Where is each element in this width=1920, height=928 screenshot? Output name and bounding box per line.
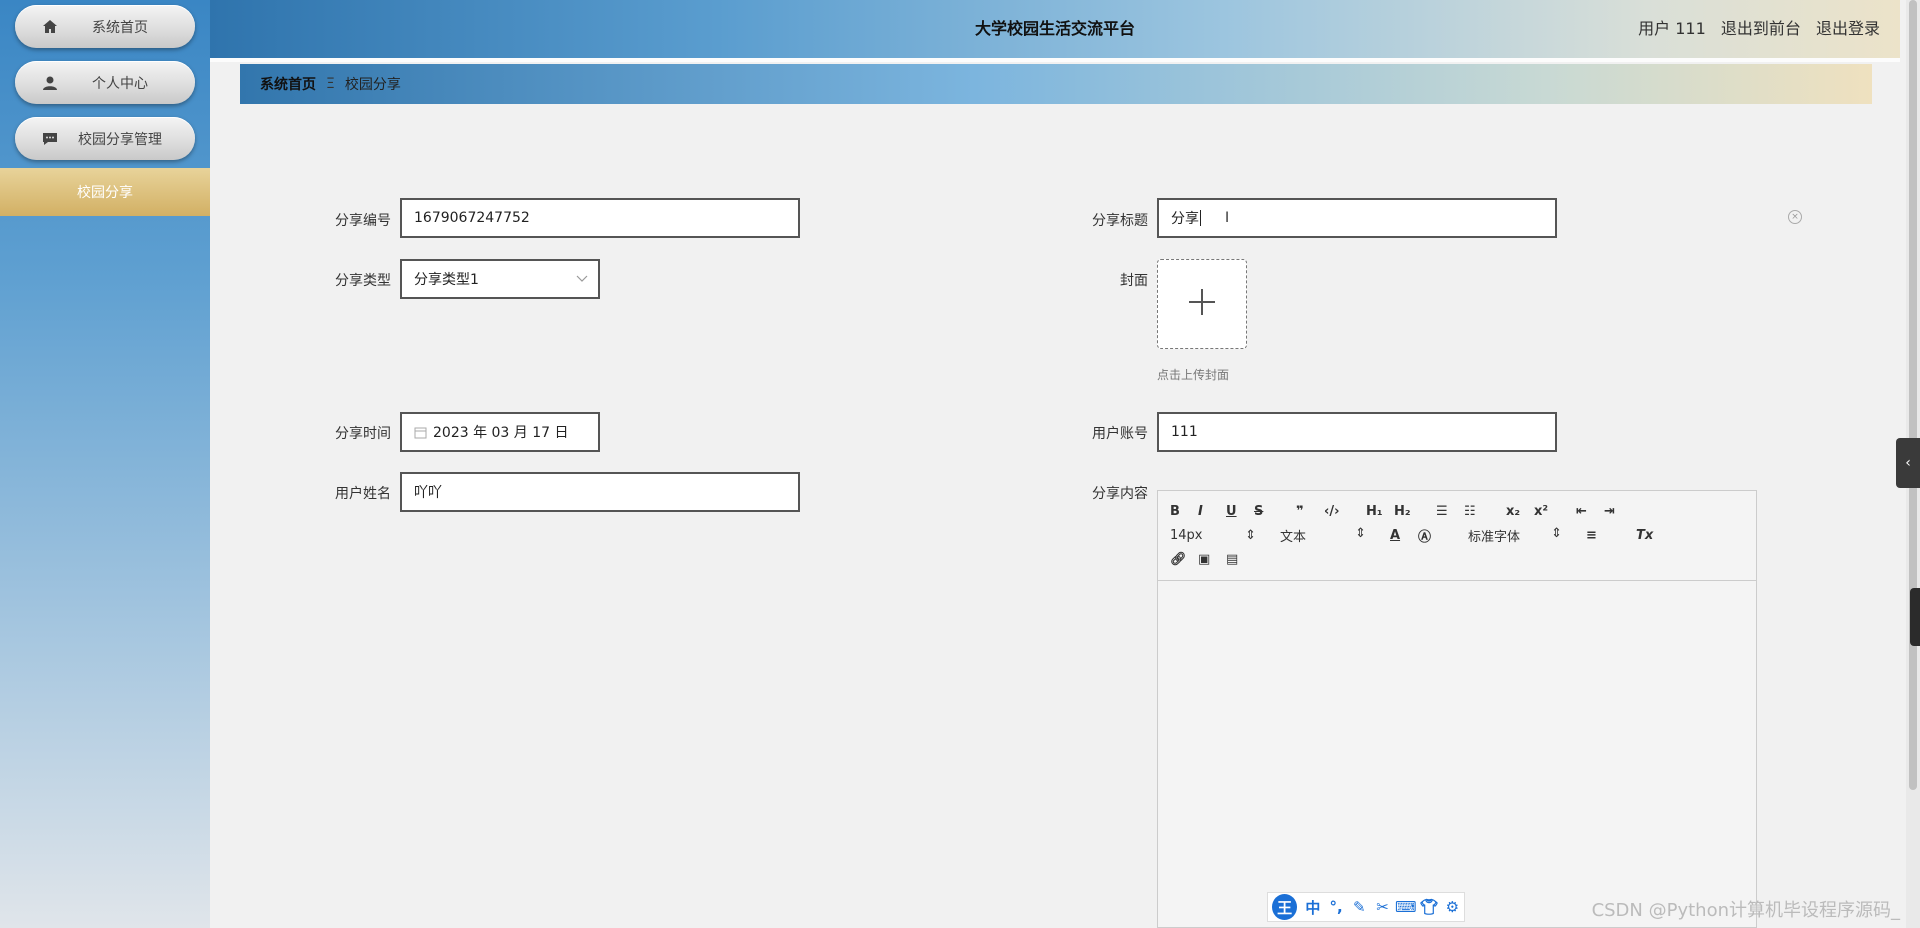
close-icon[interactable]: ×	[1788, 210, 1802, 224]
share-no-label: 分享编号	[335, 213, 391, 229]
ime-mode[interactable]: 中	[1301, 897, 1324, 918]
align-icon[interactable]: ≡	[1586, 528, 1608, 543]
user-name-value: 吖吖	[414, 485, 442, 501]
share-type-label: 分享类型	[335, 273, 391, 289]
watermark: CSDN @Python计算机毕设程序源码_	[1591, 900, 1900, 921]
share-time-value: 2023 年 03 月 17 日	[433, 425, 569, 441]
chat-icon	[33, 131, 67, 147]
heading1-button[interactable]: H₁	[1366, 504, 1388, 519]
strike-button[interactable]: S	[1254, 504, 1276, 519]
link-icon[interactable]: 🔗︎	[1170, 552, 1192, 567]
share-type-value: 分享类型1	[414, 272, 479, 288]
back-to-front-link[interactable]: 退出到前台	[1721, 19, 1801, 38]
share-type-select[interactable]: 分享类型1	[400, 259, 600, 299]
cover-upload-button[interactable]	[1157, 259, 1247, 349]
sidebar: 系统首页 个人中心 校园分享管理 校园分享	[0, 0, 210, 928]
sidebar-item-personal-center[interactable]: 个人中心	[15, 61, 195, 104]
user-label: 用户 111	[1638, 19, 1706, 38]
sidebar-subitem-campus-share[interactable]: 校园分享	[0, 168, 210, 216]
share-content-label: 分享内容	[1092, 486, 1148, 502]
breadcrumb: 系统首页 Ξ 校园分享	[240, 64, 1872, 104]
text-cursor-icon: I	[1225, 210, 1230, 226]
share-title-input[interactable]: 分享 I	[1157, 198, 1557, 238]
ordered-list-icon[interactable]: ☰	[1436, 504, 1458, 519]
font-family-value: 标准字体	[1468, 529, 1521, 545]
font-size-value: 14px	[1170, 527, 1203, 543]
video-icon[interactable]: ▤	[1226, 552, 1248, 567]
logout-link[interactable]: 退出登录	[1816, 19, 1880, 38]
sidebar-item-label: 系统首页	[92, 19, 148, 36]
breadcrumb-current: 校园分享	[344, 77, 401, 93]
quote-icon[interactable]: ❞	[1296, 504, 1318, 519]
editor-content-area[interactable]	[1158, 581, 1756, 921]
plus-icon	[1187, 287, 1217, 321]
sidebar-item-share-management[interactable]: 校园分享管理	[15, 117, 195, 160]
pen-icon[interactable]: ✎	[1348, 898, 1371, 916]
editor-toolbar: B I U S ❞ ‹/› H₁ H₂ ☰ ☷ x₂ x² ⇤ ⇥ 14px ⇕ …	[1158, 491, 1756, 581]
indent-icon[interactable]: ⇥	[1604, 504, 1626, 519]
skin-icon[interactable]: 👕︎	[1417, 898, 1440, 916]
sidebar-item-label: 个人中心	[92, 75, 148, 92]
rich-text-editor: B I U S ❞ ‹/› H₁ H₂ ☰ ☷ x₂ x² ⇤ ⇥ 14px ⇕ …	[1157, 490, 1757, 928]
chevron-down-icon	[576, 271, 588, 287]
settings-icon[interactable]: ⚙	[1441, 898, 1464, 916]
image-icon[interactable]: ▣	[1198, 552, 1220, 567]
underline-button[interactable]: U	[1226, 504, 1248, 519]
outdent-icon[interactable]: ⇤	[1576, 504, 1598, 519]
share-time-label: 分享时间	[335, 426, 391, 442]
share-time-picker[interactable]: 2023 年 03 月 17 日	[400, 412, 600, 452]
share-title-label: 分享标题	[1092, 213, 1148, 229]
subscript-button[interactable]: x₂	[1506, 504, 1528, 519]
sidebar-item-home[interactable]: 系统首页	[15, 5, 195, 48]
ime-logo[interactable]: 王	[1272, 894, 1298, 920]
sidebar-item-label: 校园分享管理	[78, 131, 162, 148]
share-no-value: 1679067247752	[414, 210, 530, 226]
background-color-icon[interactable]: Ⓐ	[1418, 526, 1440, 545]
user-account-input[interactable]: 111	[1157, 412, 1557, 452]
font-size-select[interactable]: 14px ⇕	[1170, 528, 1256, 543]
share-title-value: 分享	[1171, 211, 1199, 227]
chevron-left-icon[interactable]: ‹	[1896, 438, 1920, 488]
punctuation-icon[interactable]: °,	[1324, 898, 1347, 916]
clear-format-icon[interactable]: Tx	[1636, 528, 1658, 543]
ime-toolbar: 王 中 °, ✎ ✂ ⌨ 👕︎ ⚙	[1267, 892, 1465, 922]
home-icon	[33, 19, 67, 35]
share-no-input[interactable]: 1679067247752	[400, 198, 800, 238]
cover-upload-hint: 点击上传封面	[1157, 368, 1230, 382]
bullet-list-icon[interactable]: ☷	[1464, 504, 1486, 519]
breadcrumb-home[interactable]: 系统首页	[260, 74, 316, 94]
user-name-label: 用户姓名	[335, 486, 391, 502]
font-family-select[interactable]: 标准字体 ⇕	[1468, 526, 1562, 545]
text-type-value: 文本	[1280, 529, 1307, 545]
heading2-button[interactable]: H₂	[1394, 504, 1416, 519]
keyboard-icon[interactable]: ⌨	[1394, 898, 1417, 916]
italic-button[interactable]: I	[1198, 504, 1220, 519]
top-header: 大学校园生活交流平台 用户 111 退出到前台 退出登录	[210, 0, 1900, 58]
text-type-select[interactable]: 文本 ⇕	[1280, 526, 1366, 545]
user-name-input[interactable]: 吖吖	[400, 472, 800, 512]
header-actions: 用户 111 退出到前台 退出登录	[1628, 0, 1880, 58]
cover-label: 封面	[1120, 273, 1148, 289]
bold-button[interactable]: B	[1170, 504, 1192, 519]
scissors-icon[interactable]: ✂	[1371, 898, 1394, 916]
superscript-button[interactable]: x²	[1534, 504, 1556, 519]
calendar-icon	[414, 426, 427, 439]
user-icon	[33, 75, 67, 91]
header-divider	[210, 58, 1900, 62]
breadcrumb-separator: Ξ	[326, 76, 335, 92]
scrollbar-thumb[interactable]	[1909, 0, 1917, 790]
user-account-label: 用户账号	[1092, 426, 1148, 442]
font-color-icon[interactable]: A	[1390, 528, 1412, 543]
code-icon[interactable]: ‹/›	[1324, 504, 1346, 519]
text-caret	[1200, 210, 1201, 226]
user-account-value: 111	[1171, 424, 1198, 440]
side-widget[interactable]	[1910, 588, 1920, 646]
